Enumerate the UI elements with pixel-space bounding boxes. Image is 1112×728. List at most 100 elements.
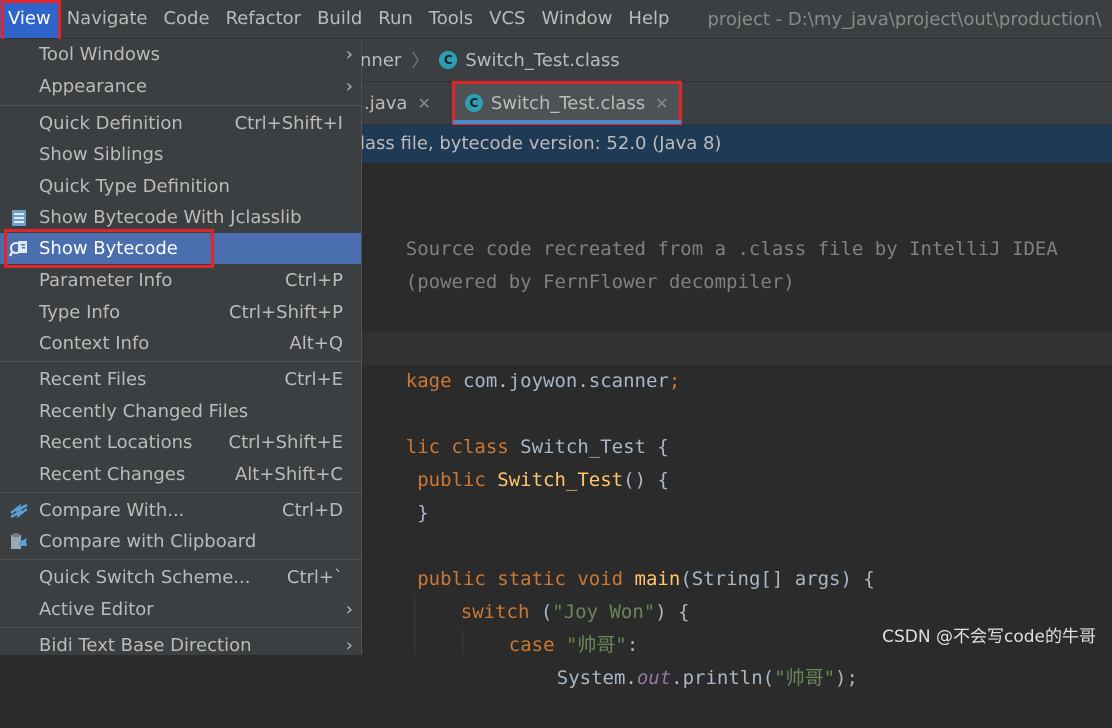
shortcut-label: Alt+Shift+C bbox=[234, 464, 343, 485]
shortcut-label: Alt+Q bbox=[289, 333, 343, 354]
menu-item-appearance[interactable]: Appearance › bbox=[0, 71, 361, 102]
menu-item-tool-windows[interactable]: Tool Windows › bbox=[0, 39, 361, 70]
menu-divider bbox=[0, 559, 361, 560]
menu-tools[interactable]: Tools bbox=[421, 0, 481, 38]
menu-build[interactable]: Build bbox=[309, 0, 370, 38]
code-line: System.out.println("帅哥"); bbox=[511, 629, 858, 689]
menu-item-quick-type-definition[interactable]: Quick Type Definition bbox=[0, 171, 361, 202]
menu-item-label: Recent Locations bbox=[39, 432, 193, 453]
menu-view[interactable]: View bbox=[0, 0, 59, 38]
compare-arrows-icon bbox=[10, 503, 28, 519]
menu-item-recent-locations[interactable]: Recent Locations Ctrl+Shift+E bbox=[0, 427, 361, 458]
code-line: Source code recreated from a .class file… bbox=[360, 200, 1058, 260]
menu-item-label: Tool Windows bbox=[39, 44, 161, 65]
code-line: lic class Switch_Test { bbox=[360, 398, 669, 458]
menu-item-context-info[interactable]: Context Info Alt+Q bbox=[0, 328, 361, 359]
menu-item-bidi-direction[interactable]: Bidi Text Base Direction › bbox=[0, 630, 361, 661]
menu-item-label: Show Siblings bbox=[39, 144, 164, 165]
tab-java[interactable]: .java ✕ bbox=[360, 82, 443, 124]
code-text: ); bbox=[835, 667, 858, 689]
menu-run[interactable]: Run bbox=[370, 0, 421, 38]
menu-vcs[interactable]: VCS bbox=[481, 0, 533, 38]
submenu-arrow-icon: › bbox=[345, 76, 353, 97]
code-editor[interactable]: Source code recreated from a .class file… bbox=[360, 164, 1112, 689]
code-text: } bbox=[405, 502, 429, 524]
menu-code[interactable]: Code bbox=[155, 0, 217, 38]
menu-item-label: Appearance bbox=[39, 76, 148, 97]
code-line: (powered by FernFlower decompiler) bbox=[360, 233, 795, 293]
keyword: kage bbox=[405, 370, 452, 392]
menu-divider bbox=[0, 627, 361, 628]
code-line: kage com.joywon.scanner; bbox=[360, 332, 1112, 392]
menu-navigate[interactable]: Navigate bbox=[59, 0, 156, 38]
shortcut-label: Ctrl+Shift+P bbox=[229, 302, 343, 323]
menu-item-label: Compare With... bbox=[39, 500, 185, 521]
menu-item-recently-changed-files[interactable]: Recently Changed Files bbox=[0, 396, 361, 427]
close-icon[interactable]: ✕ bbox=[655, 94, 668, 113]
shortcut-label: Ctrl+P bbox=[285, 270, 343, 291]
menu-item-quick-definition[interactable]: Quick Definition Ctrl+Shift+I bbox=[0, 108, 361, 139]
close-icon[interactable]: ✕ bbox=[417, 94, 430, 113]
class-icon bbox=[439, 51, 458, 69]
menu-refactor[interactable]: Refactor bbox=[218, 0, 310, 38]
menu-item-show-bytecode[interactable]: Show Bytecode bbox=[0, 233, 361, 264]
watermark: CSDN @不会写code的牛哥 bbox=[882, 627, 1096, 647]
menu-item-compare-clipboard[interactable]: Compare with Clipboard bbox=[0, 526, 361, 557]
shortcut-label: Ctrl+` bbox=[286, 567, 343, 588]
menu-item-label: Show Bytecode With Jclasslib bbox=[39, 207, 302, 228]
field-name: out bbox=[636, 667, 672, 689]
breadcrumb: nner 〉 Switch_Test.class bbox=[360, 39, 1112, 82]
menu-item-parameter-info[interactable]: Parameter Info Ctrl+P bbox=[0, 265, 361, 296]
menu-item-label: Active Editor bbox=[39, 599, 154, 620]
menu-item-label: Recent Changes bbox=[39, 464, 186, 485]
jclasslib-icon bbox=[12, 210, 26, 226]
indent-guide bbox=[462, 629, 463, 655]
shortcut-label: Ctrl+Shift+E bbox=[228, 432, 343, 453]
menu-item-label: Type Info bbox=[39, 302, 121, 323]
menu-item-active-editor[interactable]: Active Editor › bbox=[0, 594, 361, 625]
shortcut-label: Ctrl+E bbox=[284, 369, 343, 390]
menu-item-compare-with[interactable]: Compare With... Ctrl+D bbox=[0, 495, 361, 526]
view-menu-dropdown: Tool Windows › Appearance › Quick Defini… bbox=[0, 39, 362, 656]
code-text: .println( bbox=[671, 667, 775, 689]
menu-item-type-info[interactable]: Type Info Ctrl+Shift+P bbox=[0, 297, 361, 328]
indent-guide bbox=[414, 596, 415, 655]
bytecode-search-icon bbox=[9, 241, 27, 257]
menu-item-label: Compare with Clipboard bbox=[39, 531, 257, 552]
tab-label: .java bbox=[364, 92, 408, 114]
code-text: ) { bbox=[655, 601, 690, 623]
submenu-arrow-icon: › bbox=[345, 44, 353, 65]
menu-item-label: Bidi Text Base Direction bbox=[39, 635, 252, 656]
semicolon: ; bbox=[668, 370, 681, 392]
shortcut-label: Ctrl+D bbox=[282, 500, 343, 521]
menu-item-label: Recently Changed Files bbox=[39, 401, 249, 422]
tab-label: Switch_Test.class bbox=[490, 92, 646, 114]
breadcrumb-package[interactable]: nner bbox=[360, 50, 401, 71]
menu-item-show-siblings[interactable]: Show Siblings bbox=[0, 139, 361, 170]
code-text: System. bbox=[556, 667, 637, 689]
constructor-name: Switch_Test bbox=[497, 469, 624, 491]
menu-item-recent-files[interactable]: Recent Files Ctrl+E bbox=[0, 364, 361, 395]
menu-item-label: Quick Definition bbox=[39, 113, 183, 134]
menu-window[interactable]: Window bbox=[533, 0, 620, 38]
menu-item-label: Context Info bbox=[39, 333, 150, 354]
menu-divider bbox=[0, 361, 361, 362]
string-literal: "帅哥" bbox=[774, 667, 836, 689]
code-text: () { bbox=[623, 469, 669, 491]
code-line: public static void main(String[] args) { bbox=[360, 530, 875, 590]
menu-item-label: Quick Switch Scheme... bbox=[39, 567, 251, 588]
menu-item-label: Parameter Info bbox=[39, 270, 173, 291]
menu-bar: View Navigate Code Refactor Build Run To… bbox=[0, 0, 1112, 39]
tab-switch-test-class[interactable]: Switch_Test.class ✕ bbox=[451, 81, 682, 125]
window-title: project - D:\my_java\project\out\product… bbox=[707, 8, 1102, 30]
package-name: com.joywon.scanner bbox=[451, 370, 669, 392]
breadcrumb-file[interactable]: Switch_Test.class bbox=[465, 50, 619, 71]
comment: (powered by FernFlower decompiler) bbox=[405, 271, 795, 293]
code-line: public Switch_Test() { bbox=[360, 431, 669, 491]
menu-item-label: Recent Files bbox=[39, 369, 147, 390]
menu-item-show-bytecode-jclasslib[interactable]: Show Bytecode With Jclasslib bbox=[0, 202, 361, 233]
menu-item-recent-changes[interactable]: Recent Changes Alt+Shift+C bbox=[0, 459, 361, 490]
code-line: case "帅哥": bbox=[463, 596, 639, 656]
menu-item-quick-switch-scheme[interactable]: Quick Switch Scheme... Ctrl+` bbox=[0, 562, 361, 593]
menu-help[interactable]: Help bbox=[620, 0, 677, 38]
